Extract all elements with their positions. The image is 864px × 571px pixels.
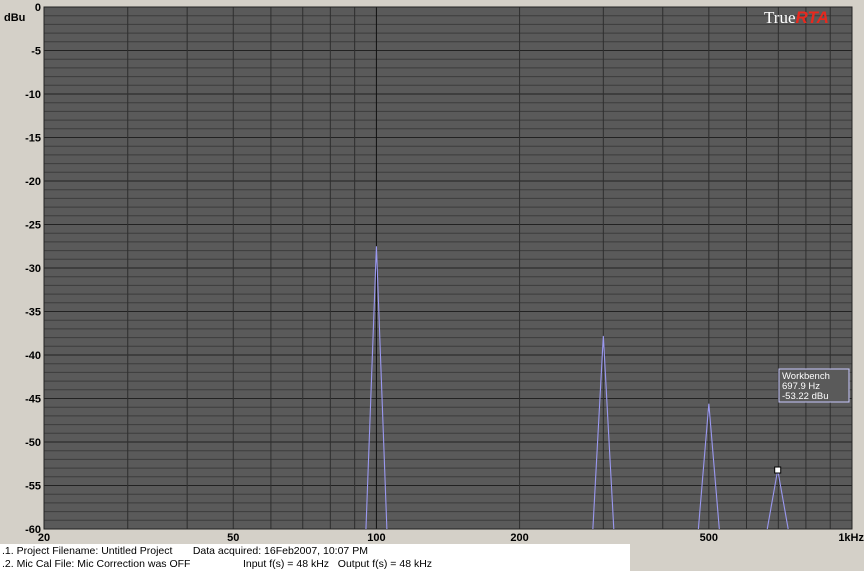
y-tick-label: -40 xyxy=(25,350,41,362)
truerta-logo: TrueRTA xyxy=(764,8,829,27)
x-tick-label: 100 xyxy=(367,532,385,544)
x-tick-label: 500 xyxy=(700,532,718,544)
footer-line-project: .1. Project Filename: Untitled Project D… xyxy=(2,545,368,557)
x-tick-label: 1kHz xyxy=(838,532,864,544)
x-tick-label: 20 xyxy=(38,532,50,544)
truerta-window: dBu 0 -5 -10 -15 -20 -25 -30 -35 -40 -45 -50 -55 -60 2… xyxy=(0,0,864,571)
y-tick-label: -20 xyxy=(25,176,41,188)
y-tick-label: 0 xyxy=(35,2,41,14)
y-tick-label: -45 xyxy=(25,394,41,406)
status-footer: .1. Project Filename: Untitled Project D… xyxy=(0,544,864,571)
y-tick-label: -5 xyxy=(31,46,41,58)
footer-line-miccal: .2. Mic Cal File: Mic Correction was OFF… xyxy=(2,558,433,570)
y-tick-label: -50 xyxy=(25,437,41,449)
y-axis-label: dBu xyxy=(4,12,25,24)
y-tick-label: -10 xyxy=(25,89,41,101)
x-tick-label: 200 xyxy=(510,532,528,544)
y-tick-label: -15 xyxy=(25,133,41,145)
spectrum-chart[interactable]: dBu0-5-10-15-20-25-30-35-40-45-50-55-602… xyxy=(0,0,864,544)
y-tick-label: -30 xyxy=(25,263,41,275)
cursor-readout-line: -53.22 dBu xyxy=(782,391,828,402)
cursor-marker xyxy=(774,466,782,474)
x-tick-label: 50 xyxy=(227,532,239,544)
y-tick-label: -55 xyxy=(25,481,41,493)
y-tick-label: -25 xyxy=(25,220,41,232)
footer-right-panel xyxy=(629,544,864,571)
y-tick-label: -35 xyxy=(25,307,41,319)
